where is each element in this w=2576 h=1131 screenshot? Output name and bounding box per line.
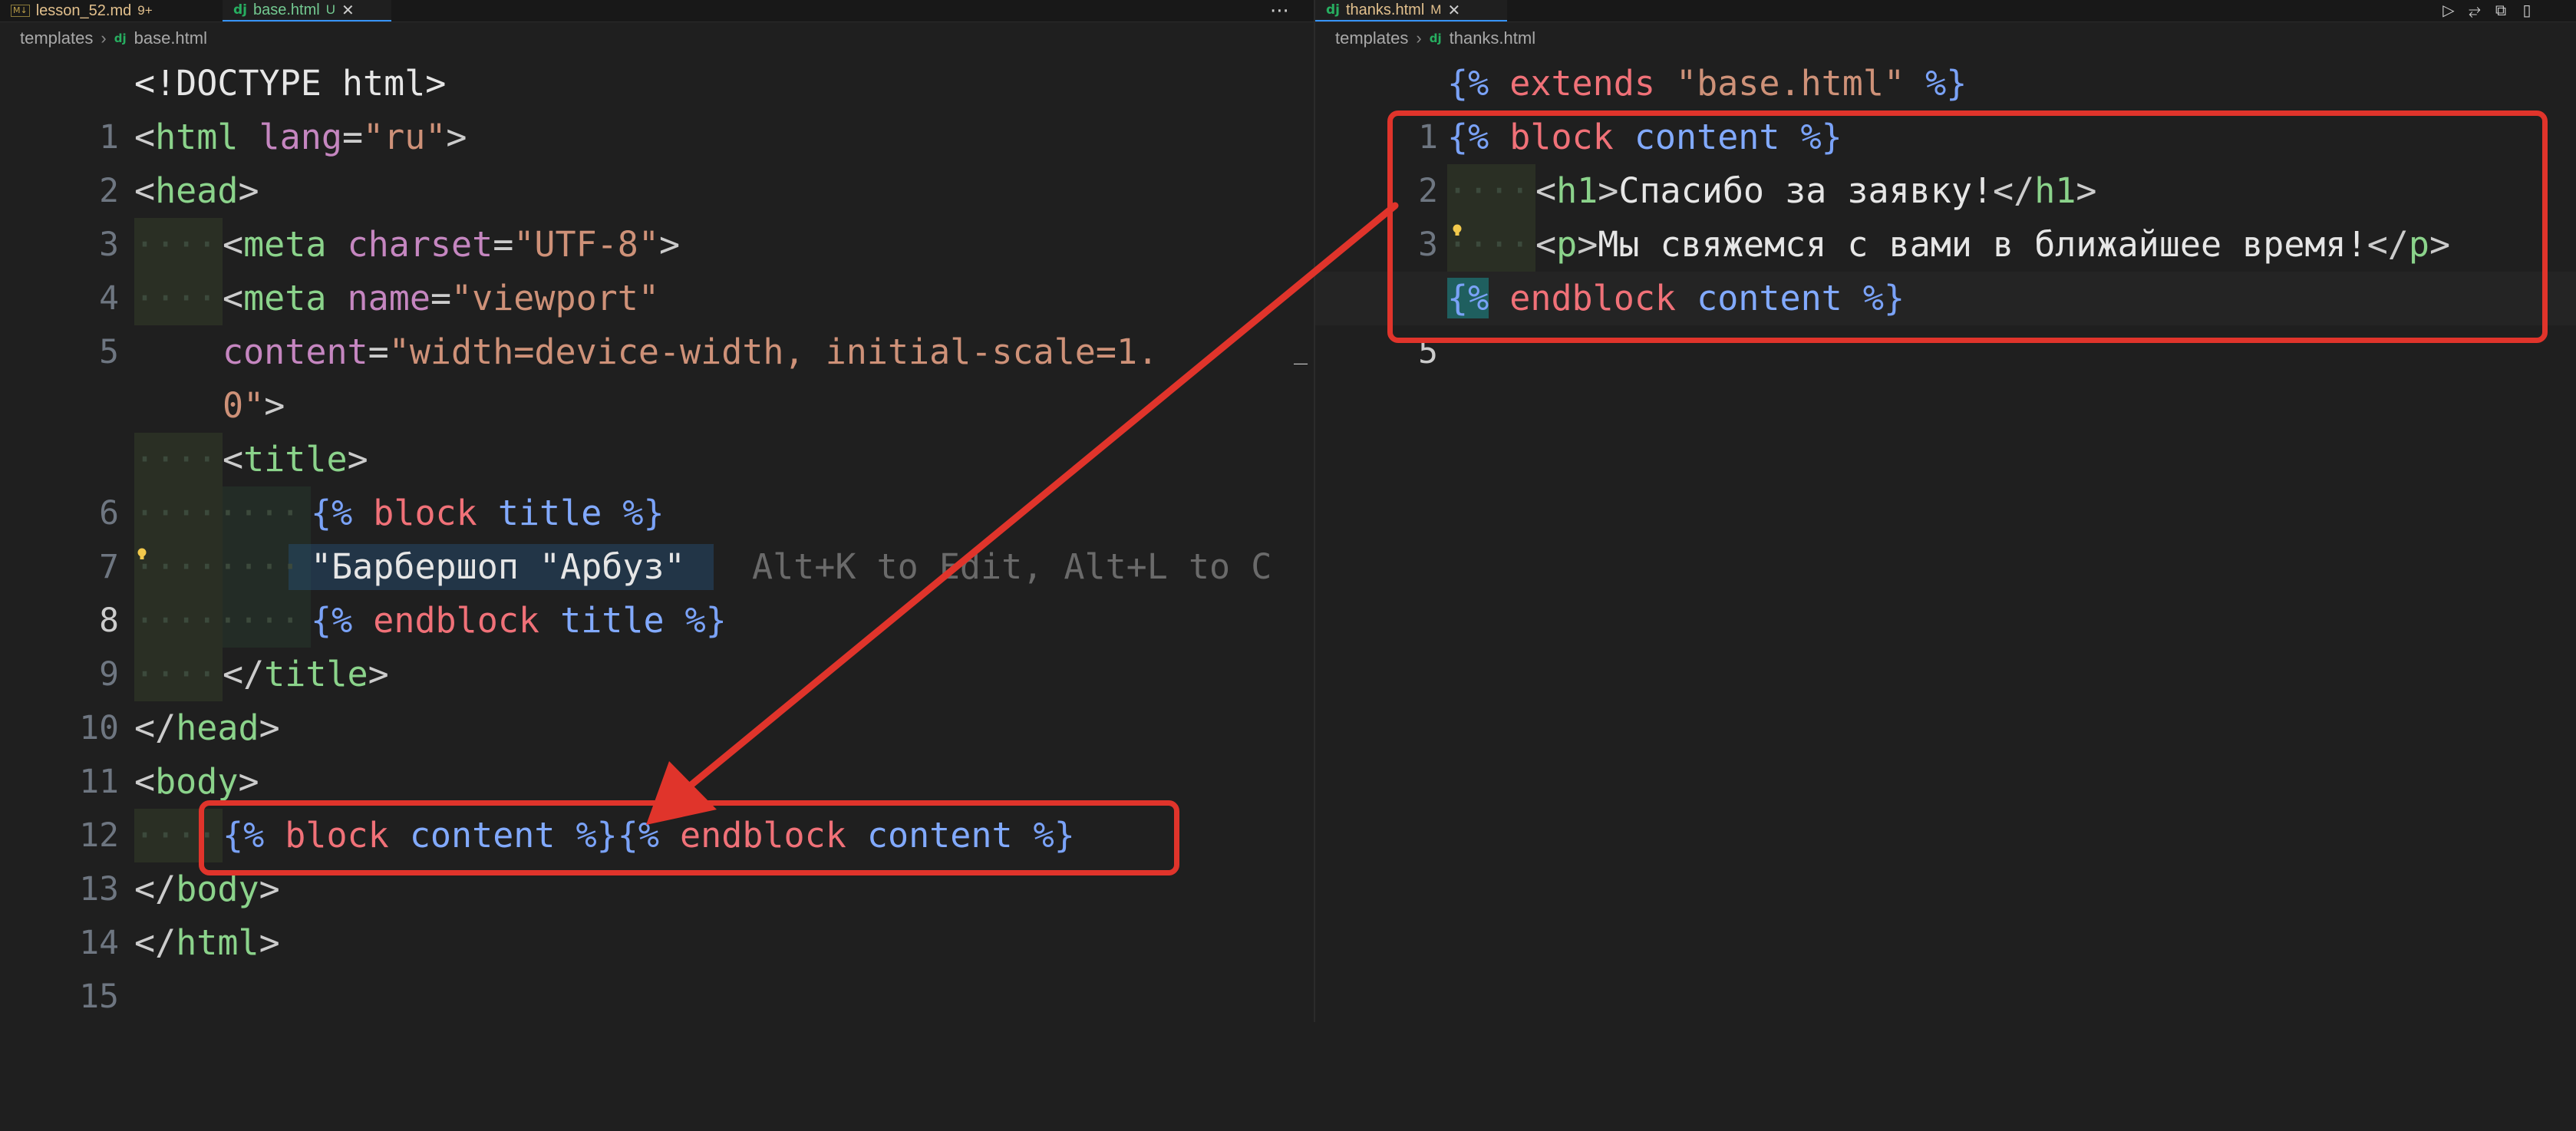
whitespace-dots: ···· bbox=[134, 654, 218, 694]
code-text: "Барбершоп "Арбуз" bbox=[311, 546, 685, 587]
code-line: 4 ···· <meta charset="UTF-8"> bbox=[0, 218, 1314, 318]
whitespace-dots: ········ bbox=[134, 600, 301, 641]
breadcrumb-folder[interactable]: templates bbox=[20, 28, 93, 48]
annotation-box-right bbox=[1387, 110, 2548, 343]
code-line: 7 ········ {% block title %} bbox=[0, 486, 1314, 586]
code-line: 2 <html lang="ru"> bbox=[0, 110, 1314, 210]
breadcrumb-file[interactable]: thanks.html bbox=[1450, 28, 1536, 48]
code-line-wrap: 0"> bbox=[0, 379, 1314, 433]
code-text: </head> bbox=[134, 707, 280, 748]
wrap-indicator-icon: _ bbox=[1294, 338, 1308, 365]
code-line-wrap: content="width=device-width, initial-sca… bbox=[0, 325, 1314, 379]
problems-badge: 9+ bbox=[137, 3, 153, 18]
more-actions-icon[interactable]: ··· bbox=[1270, 0, 1289, 23]
tab-lesson-52-md[interactable]: M↓ lesson_52.md 9+ bbox=[0, 0, 223, 21]
code-text: 0"> bbox=[223, 385, 285, 426]
code-line: 11 </head> bbox=[0, 701, 1314, 801]
whitespace-dots: ········ bbox=[134, 493, 301, 533]
left-editor-pane: M↓ lesson_52.md 9+ dj base.html U ✕ ··· … bbox=[0, 0, 1314, 1022]
right-tab-bar: dj thanks.html M ✕ ▷ ⥂ ⧉ ▯ bbox=[1315, 0, 2576, 22]
code-line: 6 ···· <title> bbox=[0, 433, 1314, 533]
code-text: {% extends "base.html" %} bbox=[1447, 63, 1967, 104]
code-line: 5 ···· <meta name="viewport" bbox=[0, 272, 1314, 371]
code-text: <!DOCTYPE html> bbox=[134, 63, 447, 104]
code-text: {% block title %} bbox=[311, 493, 665, 533]
code-line: 9 ········ {% endblock title %} bbox=[0, 594, 1314, 694]
code-line-active: 8 ········ "Барбершоп "Арбуз" Alt+K to E… bbox=[0, 540, 1314, 640]
whitespace-dots: ········ bbox=[134, 546, 301, 587]
code-text: </html> bbox=[134, 922, 280, 963]
open-changes-icon[interactable]: ⧉ bbox=[2492, 2, 2509, 18]
chevron-right-icon: › bbox=[101, 28, 107, 48]
close-icon[interactable]: ✕ bbox=[1447, 1, 1460, 19]
django-icon: dj bbox=[233, 2, 247, 18]
close-icon[interactable]: ✕ bbox=[341, 1, 355, 19]
whitespace-dots: ···· bbox=[134, 224, 218, 265]
untracked-badge: U bbox=[325, 2, 335, 17]
line-number: 15 bbox=[79, 978, 119, 1016]
breadcrumb: templates › dj thanks.html bbox=[1335, 25, 1535, 51]
whitespace-dots: ···· bbox=[134, 439, 218, 480]
django-icon: dj bbox=[114, 31, 127, 45]
breadcrumb-folder[interactable]: templates bbox=[1335, 28, 1408, 48]
compare-changes-icon[interactable]: ⥂ bbox=[2466, 2, 2483, 18]
code-line: 3 <head> bbox=[0, 164, 1314, 264]
right-editor-pane: dj thanks.html M ✕ ▷ ⥂ ⧉ ▯ templates › d… bbox=[1315, 0, 2576, 1022]
tab-base-html[interactable]: dj base.html U ✕ bbox=[223, 0, 391, 21]
breadcrumb: templates › dj base.html bbox=[20, 25, 207, 51]
modified-badge: M bbox=[1430, 2, 1442, 17]
code-text: <html lang="ru"> bbox=[134, 117, 467, 157]
run-icon[interactable]: ▷ bbox=[2440, 2, 2457, 18]
annotation-box-left bbox=[199, 800, 1179, 875]
inline-chat-hint: Alt+K to Edit, Alt+L to C bbox=[752, 546, 1272, 587]
code-text: <meta charset="UTF-8"> bbox=[223, 224, 681, 265]
breadcrumb-file[interactable]: base.html bbox=[134, 28, 207, 48]
code-text: <meta name="viewport" bbox=[223, 278, 659, 318]
code-line: 1 {% extends "base.html" %} bbox=[1315, 57, 2576, 157]
chevron-right-icon: › bbox=[1416, 28, 1422, 48]
markdown-icon: M↓ bbox=[11, 5, 30, 17]
code-line: 15 </html> bbox=[0, 916, 1314, 1016]
code-line: 1 <!DOCTYPE html> bbox=[0, 57, 1314, 157]
tab-thanks-html[interactable]: dj thanks.html M ✕ bbox=[1315, 0, 1507, 21]
left-tab-bar: M↓ lesson_52.md 9+ dj base.html U ✕ ··· bbox=[0, 0, 1314, 23]
code-text: <title> bbox=[223, 439, 368, 480]
whitespace-dots: ···· bbox=[134, 278, 218, 318]
django-icon: dj bbox=[1429, 31, 1442, 45]
code-text: <head> bbox=[134, 170, 259, 211]
code-line: 10 ···· </title> bbox=[0, 648, 1314, 747]
code-text: content="width=device-width, initial-sca… bbox=[223, 331, 1159, 372]
split-editor-icon[interactable]: ▯ bbox=[2518, 2, 2535, 18]
code-text: </title> bbox=[223, 654, 389, 694]
django-icon: dj bbox=[1326, 2, 1340, 18]
code-text: {% endblock title %} bbox=[311, 600, 727, 641]
